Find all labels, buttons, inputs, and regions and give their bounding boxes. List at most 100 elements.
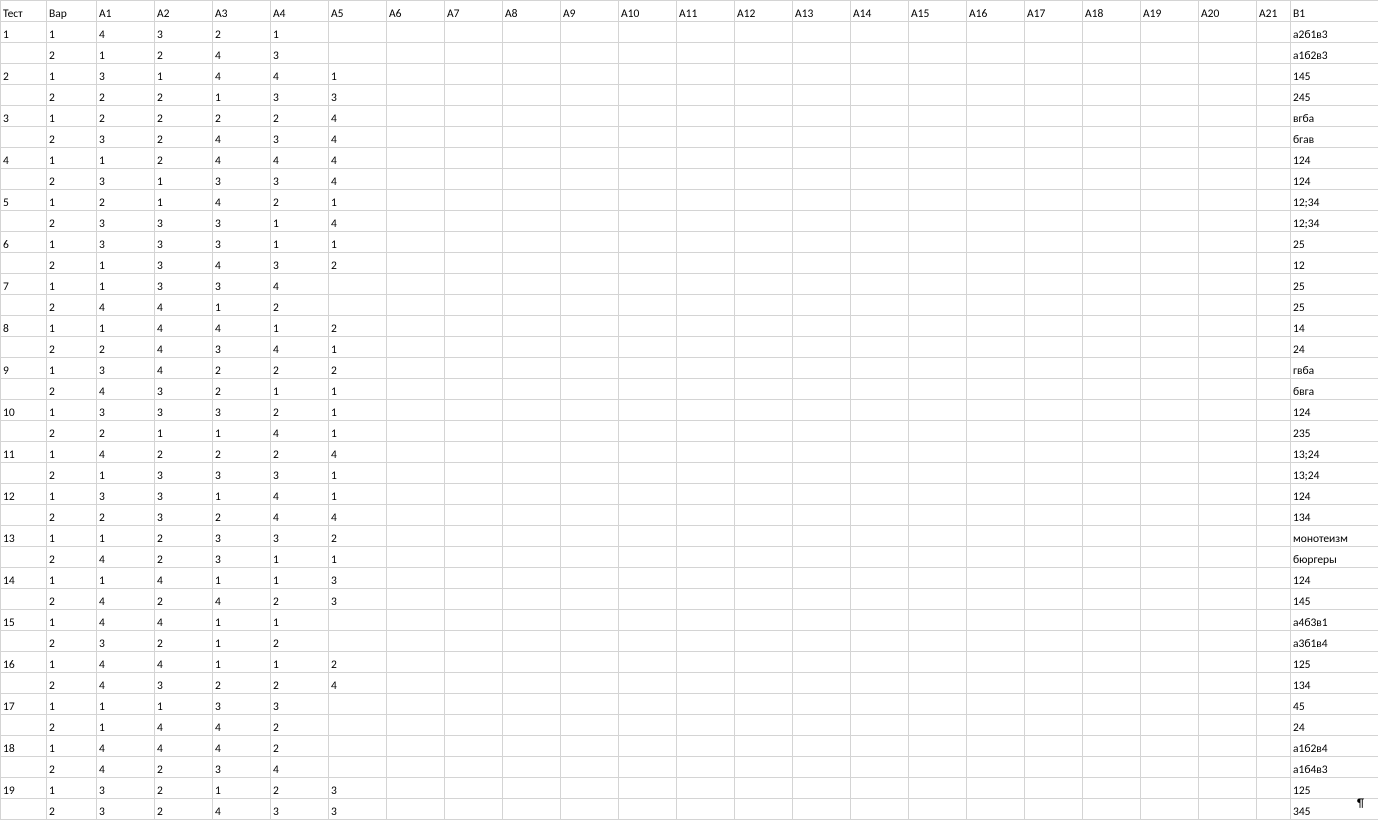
cell-a3[interactable]: 4 [213, 253, 271, 274]
cell-a16[interactable] [967, 568, 1025, 589]
cell-a18[interactable] [1083, 421, 1141, 442]
cell-a7[interactable] [445, 190, 503, 211]
cell-b1[interactable]: 45 [1291, 694, 1378, 715]
cell-a15[interactable] [909, 568, 967, 589]
cell-a11[interactable] [677, 547, 735, 568]
cell-a10[interactable] [619, 526, 677, 547]
cell-a14[interactable] [851, 85, 909, 106]
cell-a8[interactable] [503, 757, 561, 778]
cell-a19[interactable] [1141, 526, 1199, 547]
cell-a10[interactable] [619, 505, 677, 526]
cell-a14[interactable] [851, 736, 909, 757]
cell-a9[interactable] [561, 421, 619, 442]
cell-a1[interactable]: 1 [97, 568, 155, 589]
cell-a17[interactable] [1025, 148, 1083, 169]
cell-a2[interactable]: 4 [155, 736, 213, 757]
cell-a19[interactable] [1141, 316, 1199, 337]
cell-a2[interactable]: 3 [155, 211, 213, 232]
cell-a13[interactable] [793, 526, 851, 547]
cell-a19[interactable] [1141, 379, 1199, 400]
cell-a2[interactable]: 1 [155, 694, 213, 715]
cell-a16[interactable] [967, 22, 1025, 43]
cell-a11[interactable] [677, 652, 735, 673]
cell-a10[interactable] [619, 547, 677, 568]
cell-a7[interactable] [445, 778, 503, 799]
cell-a15[interactable] [909, 43, 967, 64]
cell-a11[interactable] [677, 715, 735, 736]
cell-a15[interactable] [909, 463, 967, 484]
cell-a9[interactable] [561, 673, 619, 694]
cell-a9[interactable] [561, 43, 619, 64]
cell-a13[interactable] [793, 127, 851, 148]
cell-a4[interactable]: 4 [271, 148, 329, 169]
cell-a20[interactable] [1199, 379, 1257, 400]
cell-a11[interactable] [677, 505, 735, 526]
cell-a2[interactable]: 2 [155, 127, 213, 148]
cell-a15[interactable] [909, 736, 967, 757]
cell-var[interactable]: 1 [47, 274, 97, 295]
cell-var[interactable]: 1 [47, 106, 97, 127]
cell-a14[interactable] [851, 400, 909, 421]
cell-a5[interactable] [329, 22, 387, 43]
cell-a4[interactable]: 1 [271, 652, 329, 673]
cell-a16[interactable] [967, 736, 1025, 757]
cell-a16[interactable] [967, 379, 1025, 400]
cell-a16[interactable] [967, 484, 1025, 505]
cell-a16[interactable] [967, 631, 1025, 652]
cell-a6[interactable] [387, 610, 445, 631]
cell-a4[interactable]: 1 [271, 610, 329, 631]
cell-a20[interactable] [1199, 673, 1257, 694]
cell-a9[interactable] [561, 652, 619, 673]
cell-a11[interactable] [677, 85, 735, 106]
cell-a10[interactable] [619, 232, 677, 253]
cell-a16[interactable] [967, 694, 1025, 715]
cell-a13[interactable] [793, 715, 851, 736]
cell-a2[interactable]: 3 [155, 463, 213, 484]
cell-a7[interactable] [445, 568, 503, 589]
cell-a18[interactable] [1083, 85, 1141, 106]
cell-a17[interactable] [1025, 64, 1083, 85]
cell-a10[interactable] [619, 442, 677, 463]
cell-var[interactable]: 2 [47, 337, 97, 358]
cell-a5[interactable]: 2 [329, 316, 387, 337]
cell-a1[interactable]: 3 [97, 484, 155, 505]
cell-a19[interactable] [1141, 190, 1199, 211]
cell-a12[interactable] [735, 232, 793, 253]
cell-a11[interactable] [677, 358, 735, 379]
cell-a3[interactable]: 1 [213, 610, 271, 631]
cell-a15[interactable] [909, 526, 967, 547]
cell-a19[interactable] [1141, 484, 1199, 505]
cell-a4[interactable]: 4 [271, 421, 329, 442]
cell-test[interactable] [1, 379, 47, 400]
cell-a12[interactable] [735, 169, 793, 190]
cell-a20[interactable] [1199, 610, 1257, 631]
cell-a20[interactable] [1199, 64, 1257, 85]
cell-a13[interactable] [793, 631, 851, 652]
cell-a19[interactable] [1141, 673, 1199, 694]
cell-a17[interactable] [1025, 673, 1083, 694]
cell-b1[interactable]: 12;34 [1291, 190, 1378, 211]
cell-a11[interactable] [677, 295, 735, 316]
cell-a20[interactable] [1199, 43, 1257, 64]
cell-a14[interactable] [851, 43, 909, 64]
cell-a10[interactable] [619, 358, 677, 379]
cell-a3[interactable]: 1 [213, 652, 271, 673]
cell-a1[interactable]: 3 [97, 169, 155, 190]
cell-a14[interactable] [851, 442, 909, 463]
cell-a19[interactable] [1141, 274, 1199, 295]
cell-a10[interactable] [619, 148, 677, 169]
cell-a8[interactable] [503, 799, 561, 820]
cell-a4[interactable]: 2 [271, 715, 329, 736]
cell-a7[interactable] [445, 652, 503, 673]
cell-a16[interactable] [967, 295, 1025, 316]
cell-a9[interactable] [561, 253, 619, 274]
cell-a17[interactable] [1025, 400, 1083, 421]
cell-a6[interactable] [387, 673, 445, 694]
cell-var[interactable]: 1 [47, 190, 97, 211]
cell-a5[interactable] [329, 757, 387, 778]
cell-a12[interactable] [735, 715, 793, 736]
cell-a14[interactable] [851, 358, 909, 379]
cell-a11[interactable] [677, 694, 735, 715]
cell-a5[interactable]: 3 [329, 589, 387, 610]
cell-a8[interactable] [503, 400, 561, 421]
